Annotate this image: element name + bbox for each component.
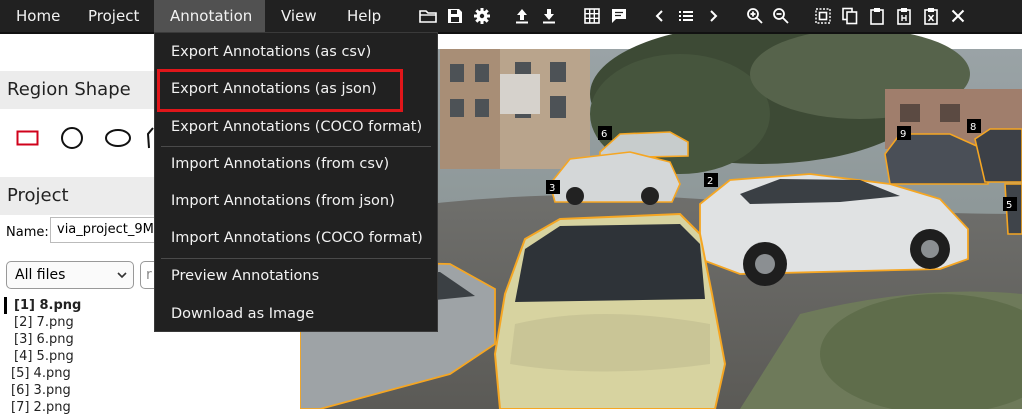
file-list-item[interactable]: [7] 2.png [4, 399, 81, 416]
close-icon[interactable] [949, 7, 967, 25]
copy-icon[interactable] [841, 7, 859, 25]
project-name-input[interactable]: via_project_9Ma [50, 217, 158, 243]
menu-item-export-csv[interactable]: Export Annotations (as csv) [155, 34, 437, 70]
folder-open-icon[interactable] [419, 7, 437, 25]
file-list-item[interactable]: [6] 3.png [4, 382, 81, 399]
menu-view[interactable]: View [265, 0, 331, 32]
highlight-box [157, 69, 403, 112]
paste-icon[interactable] [868, 7, 886, 25]
select-all-icon[interactable] [814, 7, 832, 25]
project-file-list: [1] 8.png [2] 7.png [3] 6.png [4] 5.png … [4, 297, 81, 416]
project-name-label: Name: [6, 225, 49, 240]
file-list-item[interactable]: [4] 5.png [4, 348, 81, 365]
menu-item-export-coco[interactable]: Export Annotations (COCO format) [155, 109, 437, 145]
grid-icon[interactable] [583, 7, 601, 25]
zoom-out-icon[interactable] [772, 7, 790, 25]
menu-annotation[interactable]: Annotation [154, 0, 265, 32]
menu-item-download-image[interactable]: Download as Image [155, 296, 437, 332]
file-list-item[interactable]: [3] 6.png [4, 331, 81, 348]
top-menubar: Home Project Annotation View Help [0, 0, 1022, 32]
download-icon[interactable] [540, 7, 558, 25]
save-icon[interactable] [446, 7, 464, 25]
delete-icon[interactable] [922, 7, 940, 25]
file-list-item[interactable]: [5] 4.png [4, 365, 81, 382]
comment-icon[interactable] [610, 7, 628, 25]
region-label: 2 [707, 176, 713, 187]
zoom-in-icon[interactable] [746, 7, 764, 25]
file-list-item[interactable]: [2] 7.png [4, 314, 81, 331]
ellipse-shape-icon[interactable] [104, 128, 132, 148]
menu-item-import-json[interactable]: Import Annotations (from json) [155, 183, 437, 219]
file-list-item[interactable]: [1] 8.png [4, 297, 81, 314]
menu-item-import-coco[interactable]: Import Annotations (COCO format) [155, 220, 437, 256]
region-label: 8 [970, 122, 976, 133]
menu-help[interactable]: Help [331, 0, 397, 32]
circle-shape-icon[interactable] [60, 126, 84, 150]
upload-icon[interactable] [513, 7, 531, 25]
gear-icon[interactable] [473, 7, 491, 25]
file-filter-value: All files [15, 267, 66, 283]
menu-project[interactable]: Project [72, 0, 154, 32]
polygon-shape-icon[interactable] [146, 126, 154, 150]
menu-item-import-csv[interactable]: Import Annotations (from csv) [155, 146, 437, 182]
chevron-right-icon[interactable] [704, 7, 722, 25]
region-label: 9 [900, 129, 906, 140]
menu-home[interactable]: Home [0, 0, 70, 32]
chevron-left-icon[interactable] [651, 7, 669, 25]
rectangle-shape-icon[interactable] [16, 129, 40, 147]
menu-item-preview[interactable]: Preview Annotations [155, 258, 437, 294]
region-label: 6 [601, 129, 607, 140]
region-label: 5 [1006, 200, 1012, 211]
paste-special-icon[interactable] [895, 7, 913, 25]
chevron-down-icon [117, 272, 127, 279]
region-label: 3 [549, 183, 555, 194]
list-icon[interactable] [677, 7, 695, 25]
file-filter-select[interactable]: All files [6, 261, 134, 289]
